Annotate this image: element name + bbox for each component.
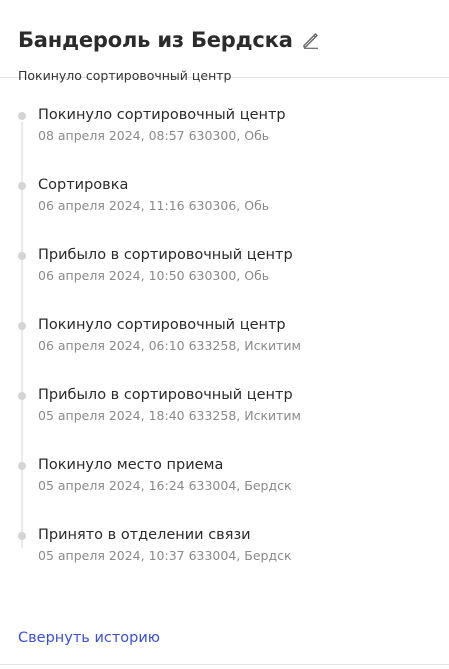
event-status: Покинуло сортировочный центр [38, 107, 286, 123]
parcel-header: Бандероль из Бердска Покинуло сортировоч… [0, 0, 449, 83]
parcel-title: Бандероль из Бердска [18, 28, 293, 52]
pencil-icon[interactable] [301, 30, 321, 50]
history-event: Покинуло сортировочный центр 06 апреля 2… [18, 316, 431, 386]
tracking-history: Покинуло сортировочный центр 08 апреля 2… [0, 78, 449, 596]
timeline-dot [18, 462, 26, 470]
event-meta: 05 апреля 2024, 18:40 633258, Искитим [38, 408, 301, 423]
collapse-history-link[interactable]: Свернуть историю [18, 630, 160, 646]
title-row: Бандероль из Бердска [18, 28, 431, 52]
timeline-dot [18, 322, 26, 330]
history-event: Сортировка 06 апреля 2024, 11:16 630306,… [18, 176, 431, 246]
history-event: Покинуло место приема 05 апреля 2024, 16… [18, 456, 431, 526]
bottom-divider [0, 664, 449, 665]
timeline-dot [18, 182, 26, 190]
event-status: Покинуло сортировочный центр [38, 317, 286, 333]
history-event: Покинуло сортировочный центр 08 апреля 2… [18, 106, 431, 176]
event-status: Принято в отделении связи [38, 527, 251, 543]
event-meta: 05 апреля 2024, 16:24 633004, Бердск [38, 478, 292, 493]
timeline-dot [18, 532, 26, 540]
timeline-dot [18, 392, 26, 400]
event-meta: 06 апреля 2024, 06:10 633258, Искитим [38, 338, 301, 353]
event-meta: 08 апреля 2024, 08:57 630300, Обь [38, 128, 270, 143]
history-event: Прибыло в сортировочный центр 06 апреля … [18, 246, 431, 316]
event-status: Прибыло в сортировочный центр [38, 247, 293, 263]
event-status: Покинуло место приема [38, 457, 224, 473]
event-status: Прибыло в сортировочный центр [38, 387, 293, 403]
timeline-dot [18, 252, 26, 260]
history-event: Прибыло в сортировочный центр 05 апреля … [18, 386, 431, 456]
history-event: Принято в отделении связи 05 апреля 2024… [18, 526, 431, 596]
event-meta: 05 апреля 2024, 10:37 633004, Бердск [38, 548, 292, 563]
event-meta: 06 апреля 2024, 11:16 630306, Обь [38, 198, 270, 213]
event-status: Сортировка [38, 177, 129, 193]
timeline-dot [18, 112, 26, 120]
event-meta: 06 апреля 2024, 10:50 630300, Обь [38, 268, 270, 283]
